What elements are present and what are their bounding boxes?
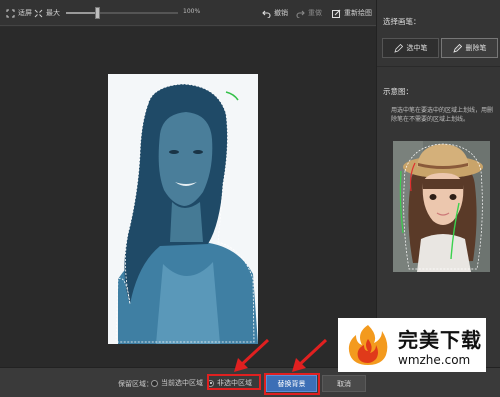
eraser-pen-icon [452,43,462,53]
highlight-box-replace [264,373,320,395]
redo-icon [296,10,305,18]
editing-canvas[interactable] [0,27,376,367]
select-brush-label: 选中笔 [406,44,428,52]
brush-panel-title: 选择画笔： [383,17,421,26]
fit-screen-button[interactable]: 适屏 [6,7,32,19]
flame-logo-icon [348,325,388,365]
example-image [393,141,490,272]
redo-button[interactable]: 重做 [296,7,322,19]
woman-portrait-image [108,74,258,344]
example-description: 用选中笔在要选中的区域上划线，用删除笔在不需要的区域上划线。 [391,107,494,123]
delete-brush-button[interactable]: 删除笔 [441,38,498,58]
radio-indicator [151,379,158,387]
redraw-button[interactable]: 重新绘图 [332,7,372,19]
example-title: 示意图： [383,87,413,96]
undo-button[interactable]: 撤销 [262,7,288,19]
max-size-label: 最大 [46,9,60,17]
watermark-url: wmzhe.com [398,352,471,367]
background-editor-window: 适屏 最大 100% 撤销 重做 重新绘图 选择画笔： 选中笔 删除笔 示意图：… [0,0,500,397]
photo-preview[interactable] [108,74,258,344]
undo-label: 撤销 [274,9,288,17]
toolbar: 适屏 最大 100% 撤销 重做 重新绘图 [0,0,376,26]
watermark-text: 完美下载 wmzhe.com [398,324,482,367]
undo-icon [262,10,271,18]
brush-panel: 选择画笔： 选中笔 删除笔 示意图： 用选中笔在要选中的区域上划线，用删除笔在不… [376,0,500,367]
keep-area-label: 保留区域： [118,380,153,388]
red-arrow-icon [234,338,270,372]
zoom-value: 100% [183,8,201,15]
redraw-icon [332,9,341,18]
red-arrow-icon [292,338,328,372]
redraw-label: 重新绘图 [344,9,372,17]
select-brush-button[interactable]: 选中笔 [382,38,439,58]
fit-screen-label: 适屏 [18,9,32,17]
pen-icon [393,43,403,53]
delete-brush-label: 删除笔 [465,44,487,52]
cancel-label: 取消 [337,379,351,388]
highlight-box-non-selection [207,374,261,390]
radio-current-selection[interactable]: 当前选中区域 [151,378,203,388]
watermark-brand: 完美下载 [398,327,482,352]
maximize-icon [34,9,43,17]
radio-current-label: 当前选中区域 [161,379,203,387]
watermark: 完美下载 wmzhe.com [338,318,486,372]
zoom-slider-fill [66,12,98,14]
zoom-slider-thumb[interactable] [95,7,101,19]
max-size-button[interactable]: 最大 [34,7,60,19]
zoom-slider[interactable] [66,7,178,19]
cancel-button[interactable]: 取消 [322,375,366,392]
redo-label: 重做 [308,9,322,17]
fit-screen-icon [6,9,15,17]
girl-with-hat-image [393,141,490,272]
panel-divider [377,66,500,67]
